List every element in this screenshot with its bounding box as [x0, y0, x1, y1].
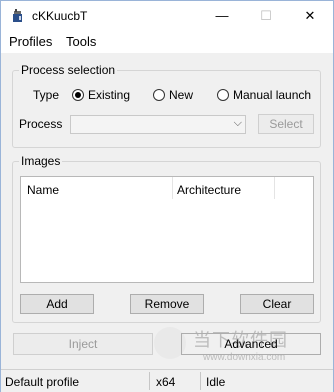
close-button[interactable]: ✕ — [292, 1, 328, 31]
images-label: Images — [19, 154, 63, 168]
menu-tools[interactable]: Tools — [66, 34, 96, 49]
window-title: cKKuucbT — [32, 9, 88, 23]
manual-launch-radio-label[interactable]: Manual launch — [233, 88, 311, 102]
status-divider — [200, 372, 201, 390]
column-header-name[interactable]: Name — [27, 183, 59, 197]
maximize-button[interactable]: ☐ — [248, 1, 284, 31]
process-dropdown[interactable]: ⌵ — [70, 115, 246, 134]
images-list[interactable]: Name Architecture — [20, 176, 314, 283]
app-window: cKKuucbT — ☐ ✕ Profiles Tools Process se… — [0, 0, 334, 392]
status-profile: Default profile — [5, 375, 80, 389]
images-group: Images Name Architecture Add Remove Clea… — [12, 154, 321, 323]
status-bar: Default profile x64 Idle — [1, 369, 333, 392]
manual-launch-radio[interactable] — [217, 89, 229, 101]
status-divider — [149, 372, 150, 390]
status-architecture: x64 — [156, 375, 176, 389]
process-selection-label: Process selection — [19, 63, 118, 77]
column-header-architecture[interactable]: Architecture — [177, 183, 241, 197]
status-state: Idle — [206, 375, 226, 389]
add-button[interactable]: Add — [20, 294, 94, 314]
minimize-button[interactable]: — — [204, 1, 240, 31]
advanced-button[interactable]: Advanced — [181, 333, 321, 355]
menu-bar: Profiles Tools — [1, 31, 333, 53]
new-radio[interactable] — [153, 89, 165, 101]
menu-profiles[interactable]: Profiles — [9, 34, 52, 49]
app-icon — [13, 9, 22, 22]
remove-button[interactable]: Remove — [130, 294, 204, 314]
column-divider — [274, 177, 275, 199]
inject-button[interactable]: Inject — [13, 333, 153, 355]
clear-button[interactable]: Clear — [240, 294, 314, 314]
select-button[interactable]: Select — [258, 114, 314, 134]
existing-radio[interactable] — [72, 89, 84, 101]
chevron-down-icon: ⌵ — [233, 117, 242, 129]
process-selection-group: Process selection Type Existing New Manu… — [12, 63, 321, 148]
column-divider — [172, 177, 173, 199]
title-bar: cKKuucbT — ☐ ✕ — [1, 1, 333, 31]
new-radio-label[interactable]: New — [169, 88, 193, 102]
process-label: Process — [19, 117, 63, 131]
type-label: Type — [33, 88, 60, 102]
existing-radio-label[interactable]: Existing — [88, 88, 130, 102]
